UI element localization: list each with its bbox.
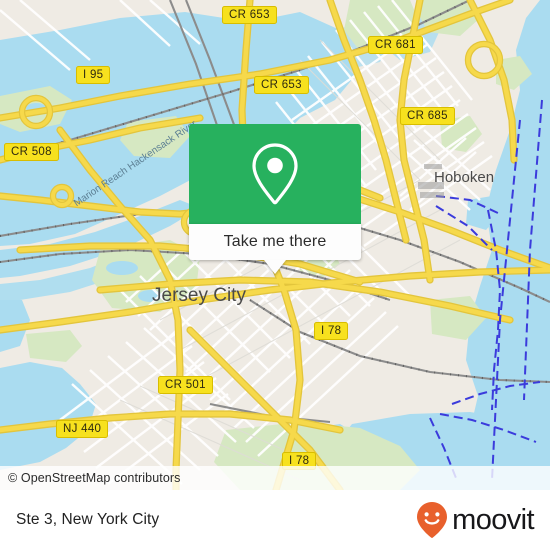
road-shield-cr508: CR 508	[4, 143, 59, 162]
moovit-wordmark: moovit	[452, 503, 534, 536]
location-pin-icon	[252, 143, 298, 205]
footer-bar: Ste 3, New York City moovit	[0, 490, 550, 550]
road-shield-cr685: CR 685	[400, 107, 455, 126]
road-shield-i95: I 95	[76, 66, 111, 85]
road-shield-nj440: NJ 440	[56, 420, 109, 439]
map-attribution-bar: © OpenStreetMap contributors	[0, 466, 550, 490]
road-shield-cr653-north: CR 653	[222, 6, 277, 25]
take-me-there-button[interactable]: Take me there	[189, 224, 361, 260]
popup-header	[189, 124, 361, 224]
place-label-hoboken: Hoboken	[434, 169, 495, 186]
map-canvas[interactable]: Hoboken Jersey City Marion Reach Hackens…	[0, 0, 550, 490]
moovit-smiley-pin-icon	[417, 502, 448, 538]
road-shield-i78-north: I 78	[314, 322, 349, 341]
take-me-there-label: Take me there	[223, 233, 327, 250]
road-shield-cr653-south: CR 653	[254, 76, 309, 95]
address-label: Ste 3, New York City	[16, 511, 160, 528]
place-label-jersey-city: Jersey City	[152, 285, 246, 306]
moovit-logo[interactable]: moovit	[415, 501, 535, 539]
road-shield-cr681: CR 681	[368, 36, 423, 55]
road-shield-cr501: CR 501	[158, 376, 213, 395]
popup-tail-pointer	[264, 260, 286, 274]
attribution-text: © OpenStreetMap contributors	[8, 471, 181, 485]
map-screenshot: Hoboken Jersey City Marion Reach Hackens…	[0, 0, 550, 550]
location-popup[interactable]: Take me there	[189, 124, 361, 274]
